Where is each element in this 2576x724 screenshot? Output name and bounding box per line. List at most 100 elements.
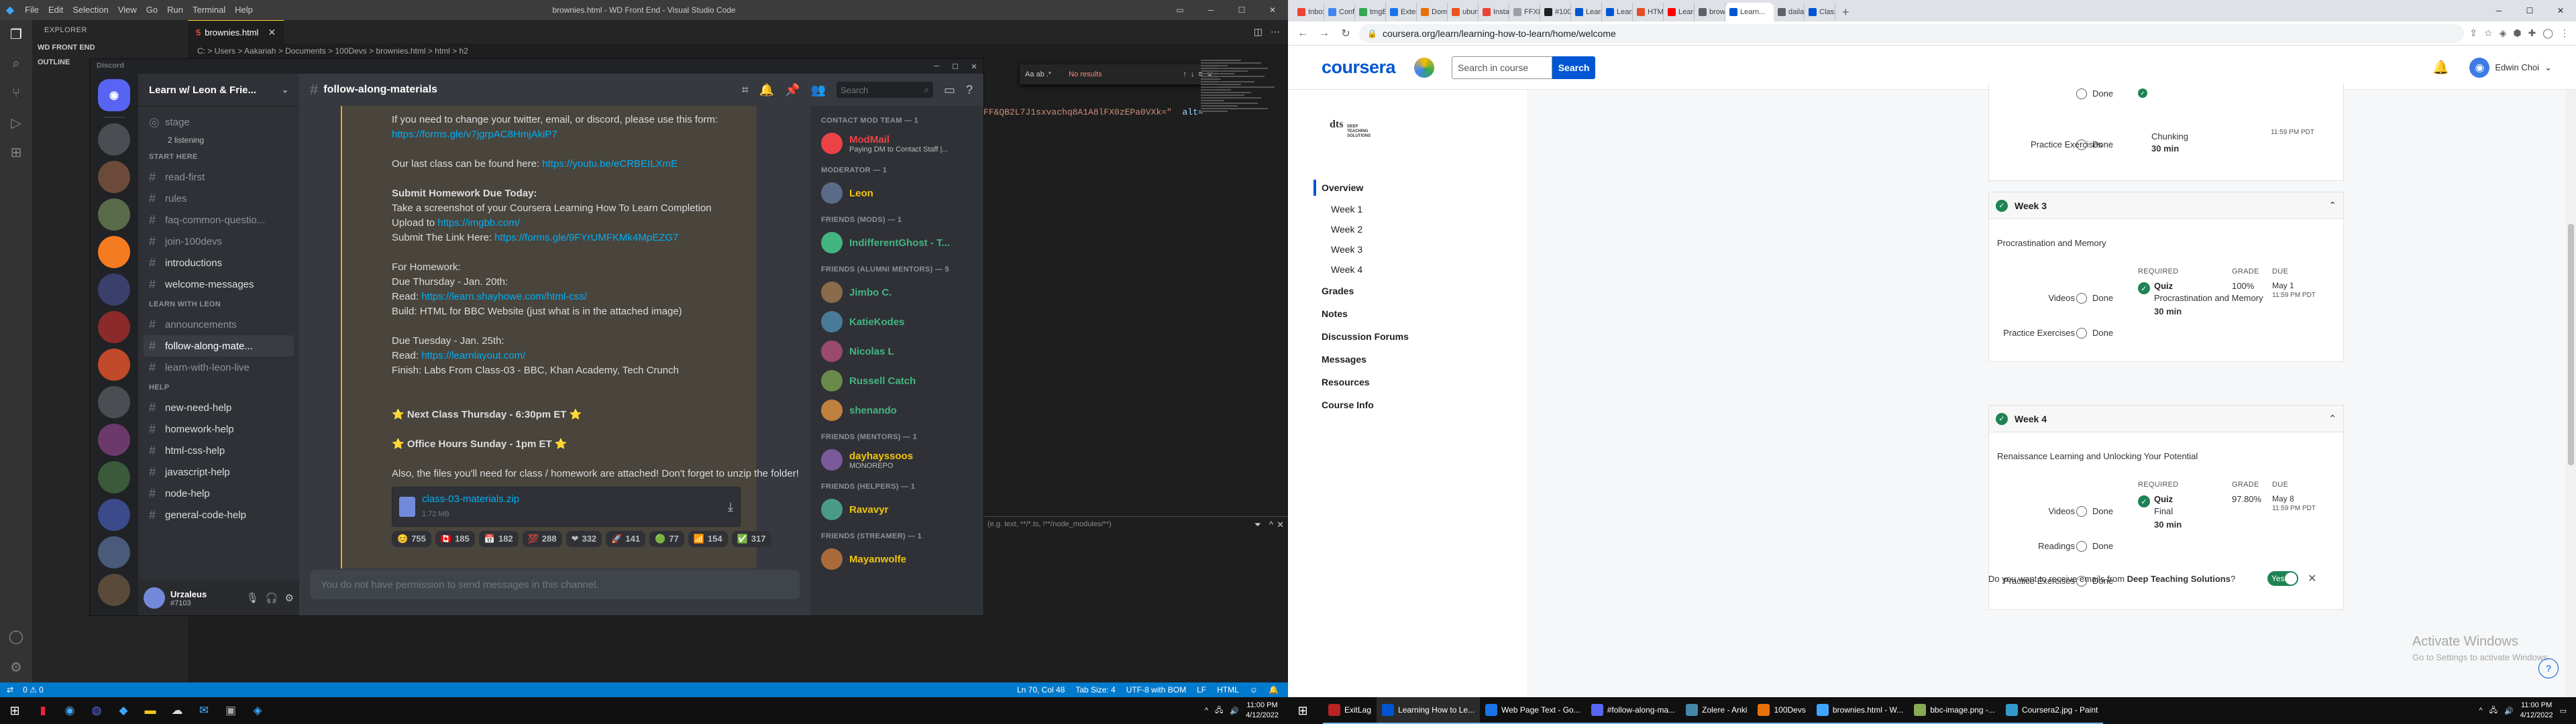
message-link[interactable]: https://learnlayout.com/ — [421, 350, 525, 361]
new-tab-icon[interactable]: + — [1835, 3, 1856, 21]
message-input[interactable]: You do not have permission to send messa… — [310, 570, 800, 599]
reaction-pill[interactable]: ❤ 332 — [566, 531, 602, 547]
browser-tab[interactable]: Learn... — [1725, 3, 1774, 21]
channel-rules[interactable]: # rules — [144, 188, 294, 209]
server-icon[interactable] — [98, 424, 130, 456]
windows-start-icon[interactable]: ⊞ — [1288, 697, 1318, 724]
menu-go[interactable]: Go — [142, 0, 162, 20]
scroll-thumb[interactable] — [2568, 224, 2574, 465]
channel-join-100devs[interactable]: # join-100devs — [144, 231, 294, 252]
message-link[interactable]: https://imgbb.com/ — [437, 217, 520, 229]
nav-grades[interactable]: Grades — [1322, 286, 1354, 296]
nav-week-3[interactable]: Week 3 — [1331, 244, 1362, 255]
discord-home-icon[interactable]: ◉ — [98, 79, 130, 111]
channel-introductions[interactable]: # introductions — [144, 252, 294, 274]
star-icon[interactable]: ☆ — [2484, 27, 2493, 39]
member-item[interactable]: KatieKodes — [816, 307, 971, 337]
panel-filter-input[interactable]: (e.g. text, **/*.ts, !**/node_modules/**… — [983, 517, 1112, 532]
tab-size[interactable]: Tab Size: 4 — [1075, 685, 1115, 695]
category-help[interactable]: HELP — [144, 378, 294, 397]
member-item[interactable]: Leon — [816, 178, 971, 208]
vscode-taskbar-icon[interactable]: ◆ — [110, 697, 137, 724]
member-item[interactable]: Mayanwolfe — [816, 544, 971, 574]
attachment-name[interactable]: class-03-materials.zip — [422, 492, 519, 507]
menu-run[interactable]: Run — [162, 0, 188, 20]
search-input[interactable]: Search in course — [1452, 56, 1553, 79]
tab-brownies[interactable]: 5 brownies.html ✕ — [188, 20, 284, 44]
minimize-icon[interactable]: ─ — [1195, 0, 1226, 20]
close-icon[interactable]: ✕ — [965, 59, 983, 74]
server-icon[interactable] — [98, 386, 130, 418]
network-icon[interactable]: 🖧 — [2489, 705, 2498, 717]
maximize-icon[interactable]: ☐ — [1226, 0, 1257, 20]
breadcrumb[interactable]: C: > Users > Aakariah > Documents > 100D… — [188, 44, 1288, 58]
member-item[interactable]: shenando — [816, 396, 971, 425]
menu-view[interactable]: View — [113, 0, 142, 20]
browser-tab[interactable]: Learn... — [1664, 3, 1695, 21]
channel-html-css-help[interactable]: # html-css-help — [144, 440, 294, 461]
member-item[interactable]: Nicolas L — [816, 337, 971, 366]
pinned-app-icon[interactable]: ◉ — [56, 697, 83, 724]
menu-terminal[interactable]: Terminal — [188, 0, 230, 20]
message-link[interactable]: https://forms.gle/9FYrUMFKMk4MpEZG7 — [494, 232, 678, 243]
avatar[interactable] — [144, 587, 165, 609]
member-scrollbar[interactable] — [971, 106, 983, 615]
browser-tab[interactable]: Class — [1805, 3, 1835, 21]
browser-tab[interactable]: tmgE... — [1355, 3, 1386, 21]
close-icon[interactable]: ✕ — [2308, 572, 2316, 585]
channel-javascript-help[interactable]: # javascript-help — [144, 461, 294, 483]
extension-icon[interactable]: ◈ — [2500, 27, 2507, 39]
inbox-icon[interactable]: ▭ — [944, 83, 955, 97]
layout-icon[interactable]: ▭ — [1165, 0, 1195, 20]
taskbar-app[interactable]: #follow-along-ma... — [1585, 697, 1681, 724]
minimize-icon[interactable]: ─ — [927, 59, 946, 74]
browser-tab[interactable]: Inbox — [1293, 3, 1324, 21]
menu-help[interactable]: Help — [230, 0, 258, 20]
nav-week-1[interactable]: Week 1 — [1331, 204, 1362, 215]
pinned-app-icon[interactable]: ▮ — [30, 697, 56, 724]
radio-icon[interactable] — [2076, 328, 2087, 339]
problems-count[interactable]: 0 ⚠ 0 — [23, 685, 44, 695]
reaction-pill[interactable]: 🟢 77 — [649, 531, 684, 547]
reaction-pill[interactable]: 😊 755 — [392, 531, 431, 547]
member-item[interactable]: Jimbo C. — [816, 278, 971, 307]
extensions-icon[interactable]: ⊞ — [6, 142, 26, 162]
search-button[interactable]: Search — [1552, 56, 1596, 79]
browser-tab[interactable]: Dom... — [1417, 3, 1448, 21]
channel-new-need-help[interactable]: # new-need-help — [144, 397, 294, 418]
reload-icon[interactable]: ↻ — [1338, 27, 1354, 40]
tray-chevron-icon[interactable]: ^ — [1205, 707, 1208, 715]
browser-tab[interactable]: HTML... — [1633, 3, 1664, 21]
nav-resources[interactable]: Resources — [1322, 377, 1370, 387]
section-wd-front-end[interactable]: WD FRONT END — [32, 40, 188, 55]
reaction-pill[interactable]: 💯 288 — [522, 531, 562, 547]
microphone-icon[interactable]: 🎙 — [246, 592, 259, 604]
user-menu[interactable]: ◉ Edwin Choi ⌄ — [2469, 57, 2552, 78]
minimap[interactable] — [1201, 58, 1281, 192]
menu-file[interactable]: File — [20, 0, 44, 20]
pinned-app-icon[interactable]: ✉ — [191, 697, 217, 724]
pinned-app-icon[interactable]: ◈ — [244, 697, 271, 724]
pinned-app-icon[interactable]: ☁ — [164, 697, 191, 724]
stage-channel[interactable]: ◎ stage — [144, 111, 294, 133]
member-item[interactable]: Russell Catch — [816, 366, 971, 396]
message-link[interactable]: https://learn.shayhowe.com/html-css/ — [421, 291, 587, 302]
server-icon[interactable] — [98, 574, 130, 606]
nav-discussion-forums[interactable]: Discussion Forums — [1322, 331, 1409, 342]
reaction-pill[interactable]: 🚀 141 — [606, 531, 646, 547]
taskbar-app[interactable]: brownies.html - W... — [1811, 697, 1909, 724]
language-mode[interactable]: HTML — [1217, 685, 1239, 695]
reaction-pill[interactable]: 🇨🇦 185 — [435, 531, 475, 547]
taskbar-app[interactable]: Coursera2.jpg - Paint — [2000, 697, 2104, 724]
week-header[interactable]: ✓ Week 3 ⌃ — [1989, 192, 2343, 219]
member-item[interactable]: IndifferentGhost - T... — [816, 228, 971, 257]
volume-icon[interactable]: 🔊 — [2504, 707, 2514, 715]
coursera-logo[interactable]: coursera — [1322, 57, 1396, 78]
windows-start-icon[interactable]: ⊞ — [0, 697, 30, 724]
tray-chevron-icon[interactable]: ^ — [2479, 707, 2483, 715]
taskbar-app[interactable]: Web Page Text - Go... — [1480, 697, 1586, 724]
members-icon[interactable]: 👥 — [811, 83, 826, 97]
clock[interactable]: 11:00 PM 4/12/2022 — [1246, 701, 1279, 721]
nav-course-info[interactable]: Course Info — [1322, 400, 1374, 410]
close-icon[interactable]: ✕ — [2545, 0, 2576, 21]
